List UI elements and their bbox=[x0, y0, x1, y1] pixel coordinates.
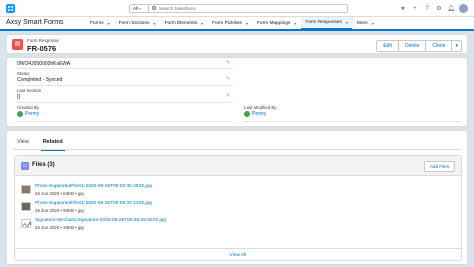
app-launcher-icon[interactable] bbox=[6, 4, 15, 13]
edit-pencil-icon[interactable]: ✎ bbox=[226, 60, 230, 66]
last-modified-by-value: Penny bbox=[252, 111, 267, 117]
chevron-down-icon[interactable]: ▾ bbox=[346, 20, 348, 25]
search-icon bbox=[152, 6, 156, 10]
record-header: ▤ Form Response FR-0576 Edit Delete Clon… bbox=[6, 34, 468, 54]
header-icons: ★ + ? ⚙ 🔔︎ bbox=[399, 4, 468, 13]
clone-button[interactable]: Clone bbox=[426, 40, 453, 52]
search-input[interactable]: Search Salesforce bbox=[148, 4, 348, 13]
nav-item-label: Form Picklists bbox=[212, 20, 242, 26]
divider bbox=[17, 121, 233, 122]
divider bbox=[17, 102, 233, 103]
nav-items: Forms ▾ Form Sections ▾ Form Elements ▾ … bbox=[86, 17, 379, 30]
created-by-user-link[interactable]: Penny bbox=[17, 111, 39, 117]
nav-item-form-elements[interactable]: Form Elements ▾ bbox=[161, 17, 209, 29]
edit-pencil-icon[interactable]: ✎ bbox=[226, 93, 230, 99]
last-section-value: {} bbox=[17, 94, 21, 100]
chevron-down-icon[interactable]: ▾ bbox=[108, 21, 110, 26]
record-name: FR-0576 bbox=[27, 44, 57, 53]
id-field: 0WO4J000000hKsEWA bbox=[17, 60, 70, 67]
tabs-card: View Related ▭ Files (3) Add Files Photo… bbox=[6, 130, 468, 265]
divider bbox=[17, 85, 233, 86]
nav-item-label: Form Mappings bbox=[256, 20, 291, 26]
last-section-field: Last Section {} bbox=[17, 88, 41, 100]
divider bbox=[15, 248, 461, 249]
global-header: All ▾ Search Salesforce ★ + ? ⚙ 🔔︎ bbox=[0, 0, 474, 17]
edit-pencil-icon[interactable]: ✎ bbox=[226, 76, 230, 82]
nav-item-label: Form Responses bbox=[305, 20, 342, 25]
files-header: ▭ Files (3) Add Files bbox=[15, 156, 461, 176]
actions-menu-chevron-down-icon[interactable]: ▾ bbox=[452, 40, 462, 52]
last-modified-by-label: Last Modified By bbox=[244, 105, 277, 110]
app-navbar: Axsy Smart Forms Forms ▾ Form Sections ▾… bbox=[0, 17, 474, 31]
edit-button[interactable]: Edit bbox=[376, 40, 399, 52]
list-item: Photo-SupportedFiles1-2020-06-26T09:00:3… bbox=[21, 184, 441, 200]
details-card: 0WO4J000000hKsEWA ✎ Status Completed - S… bbox=[6, 57, 468, 127]
user-icon bbox=[244, 111, 250, 117]
file-name-link[interactable]: Signature-MechanicSignature-2020-06-26T0… bbox=[35, 218, 166, 223]
divider bbox=[244, 121, 460, 122]
app-name: Axsy Smart Forms bbox=[6, 19, 64, 26]
image-thumbnail[interactable] bbox=[21, 185, 31, 194]
tabs-divider bbox=[13, 149, 461, 150]
chevron-down-icon: ▾ bbox=[371, 20, 374, 26]
signature-thumbnail[interactable] bbox=[21, 219, 32, 228]
form-response-icon: ▤ bbox=[12, 39, 23, 50]
id-value: 0WO4J000000hKsEWA bbox=[17, 61, 71, 67]
status-label: Status bbox=[17, 71, 30, 76]
file-meta: 26 Jun 2020 • 90KB • jpg bbox=[35, 208, 84, 213]
user-avatar[interactable] bbox=[459, 4, 468, 13]
chevron-down-icon[interactable]: ▾ bbox=[154, 21, 156, 26]
image-thumbnail[interactable] bbox=[21, 202, 31, 211]
nav-item-label: Forms bbox=[90, 20, 104, 26]
last-section-label: Last Section bbox=[17, 88, 42, 93]
user-icon bbox=[17, 111, 23, 117]
files-icon: ▭ bbox=[21, 162, 29, 170]
divider bbox=[17, 68, 233, 69]
view-all-link[interactable]: View All bbox=[15, 253, 461, 258]
created-by-field: Created By Penny bbox=[17, 105, 39, 117]
file-meta: 26 Jun 2020 • 26KB • jpg bbox=[35, 225, 84, 230]
record-type-label: Form Response bbox=[27, 38, 60, 43]
notifications-bell-icon[interactable]: 🔔︎ bbox=[447, 5, 455, 13]
files-related-list: ▭ Files (3) Add Files Photo-SupportedFil… bbox=[14, 155, 462, 261]
chevron-down-icon[interactable]: ▾ bbox=[246, 21, 248, 26]
setup-gear-icon[interactable]: ⚙ bbox=[435, 5, 443, 13]
files-title[interactable]: Files (3) bbox=[32, 162, 55, 168]
nav-item-label: Form Sections bbox=[118, 20, 150, 26]
file-name-link[interactable]: Photo-SupportedFiles1-2020-06-26T09:00:3… bbox=[35, 184, 152, 189]
nav-item-form-picklists[interactable]: Form Picklists ▾ bbox=[208, 17, 253, 29]
chevron-down-icon[interactable]: ▾ bbox=[201, 21, 203, 26]
list-item: Signature-MechanicSignature-2020-06-26T0… bbox=[21, 218, 441, 234]
search-scope-select[interactable]: All ▾ bbox=[129, 4, 149, 13]
chevron-down-icon[interactable]: ▾ bbox=[294, 21, 296, 26]
record-actions: Edit Delete Clone ▾ bbox=[376, 40, 462, 52]
list-item: Photo-SupportedFiles1-2020-06-26T09:08:3… bbox=[21, 201, 441, 217]
search-placeholder: Search Salesforce bbox=[159, 6, 196, 11]
nav-item-form-responses[interactable]: Form Responses ▾ bbox=[301, 17, 353, 30]
add-icon[interactable]: + bbox=[411, 5, 419, 13]
help-icon[interactable]: ? bbox=[423, 5, 431, 13]
favorites-icon[interactable]: ★ bbox=[399, 5, 407, 13]
chevron-down-icon: ▾ bbox=[139, 7, 142, 11]
search-scope-value: All bbox=[133, 6, 139, 11]
nav-item-forms[interactable]: Forms ▾ bbox=[86, 17, 115, 29]
status-field: Status Completed - Synced bbox=[17, 71, 62, 83]
nav-item-form-sections[interactable]: Form Sections ▾ bbox=[115, 17, 161, 29]
nav-item-label: Form Elements bbox=[164, 20, 198, 26]
file-meta: 26 Jun 2020 • 83KB • jpg bbox=[35, 191, 84, 196]
created-by-label: Created By bbox=[17, 105, 39, 110]
file-name-link[interactable]: Photo-SupportedFiles1-2020-06-26T09:08:3… bbox=[35, 201, 152, 206]
delete-button[interactable]: Delete bbox=[398, 40, 427, 52]
last-modified-by-field: Last Modified By Penny bbox=[244, 105, 276, 117]
nav-item-label: More bbox=[356, 20, 368, 26]
add-files-button[interactable]: Add Files bbox=[423, 161, 455, 172]
nav-item-form-mappings[interactable]: Form Mappings ▾ bbox=[253, 17, 301, 29]
status-value: Completed - Synced bbox=[17, 77, 63, 83]
created-by-value: Penny bbox=[25, 111, 40, 117]
last-modified-by-user-link[interactable]: Penny bbox=[244, 111, 276, 117]
signature-scribble-icon bbox=[22, 221, 32, 227]
nav-item-more[interactable]: More ▾ bbox=[353, 17, 379, 29]
